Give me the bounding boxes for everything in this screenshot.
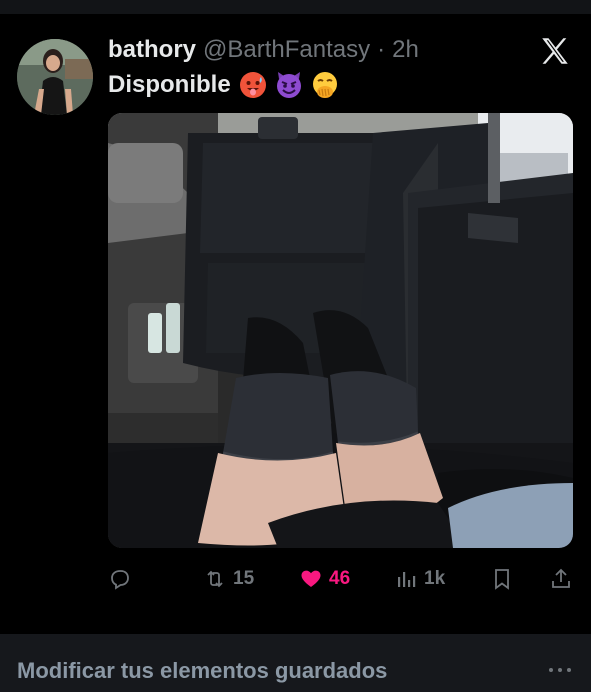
edit-saved-items-label[interactable]: Modificar tus elementos guardados bbox=[17, 658, 387, 684]
reply-icon bbox=[111, 570, 129, 590]
reply-button[interactable] bbox=[108, 562, 138, 596]
tweet-card[interactable]: bathory @BarthFantasy · 2h Disponible 15… bbox=[0, 14, 591, 634]
x-logo-icon[interactable] bbox=[538, 34, 572, 68]
retweet-icon bbox=[207, 570, 223, 588]
hot-face-emoji bbox=[239, 72, 266, 98]
author-handle[interactable]: @BarthFantasy bbox=[203, 36, 370, 64]
views-chart-icon bbox=[398, 572, 416, 587]
tweet-text-content: Disponible bbox=[108, 71, 231, 98]
retweet-count: 15 bbox=[233, 568, 255, 589]
avatar[interactable] bbox=[17, 39, 93, 115]
views-button[interactable]: 1k bbox=[396, 562, 445, 596]
smiling-face-with-horns-emoji bbox=[276, 72, 301, 98]
tweet-actions: 15 46 1k bbox=[0, 562, 591, 598]
bookmark-button[interactable] bbox=[491, 562, 513, 596]
share-button[interactable] bbox=[550, 562, 572, 596]
tweet-header: bathory @BarthFantasy · 2h bbox=[108, 36, 419, 64]
views-count: 1k bbox=[424, 568, 446, 589]
tweet-photo[interactable] bbox=[108, 113, 573, 548]
retweet-button[interactable]: 15 bbox=[203, 562, 254, 596]
share-icon bbox=[552, 568, 570, 588]
tweet-text: Disponible bbox=[108, 70, 339, 100]
like-count: 46 bbox=[329, 568, 351, 589]
more-options-icon[interactable] bbox=[545, 660, 575, 680]
top-strip bbox=[0, 0, 591, 14]
like-button[interactable]: 46 bbox=[299, 562, 350, 596]
face-with-hand-over-mouth-emoji bbox=[312, 72, 337, 98]
tweet-timestamp[interactable]: 2h bbox=[392, 36, 419, 64]
separator-dot: · bbox=[377, 36, 386, 63]
heart-filled-icon bbox=[301, 570, 321, 587]
bookmark-icon bbox=[495, 569, 509, 590]
author-display-name[interactable]: bathory bbox=[108, 36, 196, 64]
saved-items-bar[interactable]: Modificar tus elementos guardados bbox=[0, 634, 591, 692]
